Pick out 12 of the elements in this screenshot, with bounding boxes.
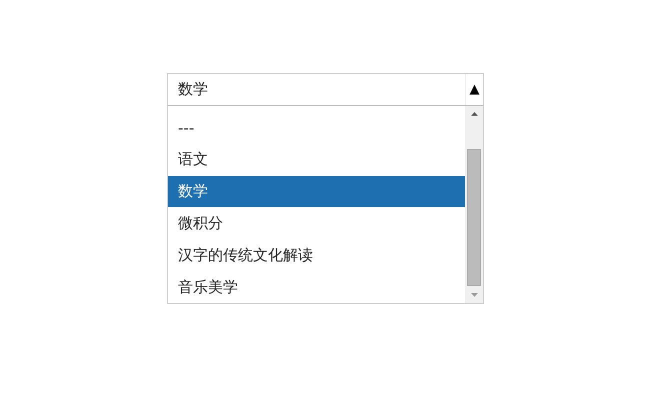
scroll-up-icon[interactable] — [470, 110, 478, 119]
scrollbar[interactable] — [465, 106, 483, 303]
dropdown-option[interactable]: 语文 — [168, 144, 465, 176]
dropdown-option[interactable]: 数学 — [168, 176, 465, 208]
dropdown-option[interactable]: 音乐美学 — [168, 271, 465, 303]
dropdown-option[interactable]: 汉字的传统文化解读 — [168, 239, 465, 272]
scroll-down-icon[interactable] — [470, 290, 478, 299]
select-field[interactable]: 数学 ▲ — [167, 73, 484, 106]
scrollbar-thumb[interactable] — [467, 148, 481, 286]
select-value: 数学 — [177, 79, 209, 100]
dropdown-option[interactable]: --- — [168, 112, 465, 144]
dropdown-option[interactable]: 微积分 — [168, 207, 465, 240]
